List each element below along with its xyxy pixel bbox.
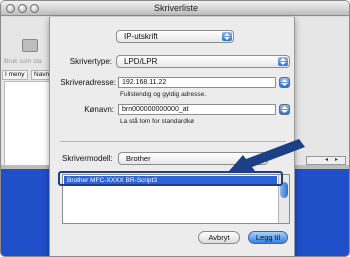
scroll-right-icon[interactable]: ▸ [335, 156, 338, 163]
printer-model-label: Skrivermodell: [62, 154, 113, 163]
title-bar: Skriverliste [1, 1, 349, 16]
background-horizontal-scrollbar[interactable]: ◂ ▸ [306, 156, 346, 165]
printer-address-input[interactable]: 192.168.11.22 [118, 77, 276, 88]
connection-type-value: IP-utskrift [124, 32, 158, 41]
add-button[interactable]: Legg til [248, 231, 288, 244]
scroll-left-icon[interactable]: ◂ [325, 156, 328, 163]
queue-name-label: Kønavn: [84, 105, 114, 114]
printer-list-window: Skriverliste Bruk som sta I meny Navn ◂ … [0, 0, 350, 257]
connection-type-popup[interactable]: IP-utskrift [116, 30, 234, 43]
queue-info-button[interactable] [279, 104, 290, 115]
window-title: Skriverliste [153, 3, 198, 13]
printer-type-label: Skrivertype: [69, 57, 112, 66]
printer-model-value: Brother [126, 154, 151, 163]
popup-arrows-icon [278, 57, 288, 66]
address-info-button[interactable] [279, 77, 290, 88]
printer-address-label: Skriveradresse: [60, 78, 116, 87]
printer-type-value: LPD/LPR [124, 57, 158, 66]
queue-hint: La stå tom for standardkø [120, 118, 195, 125]
default-printer-icon [22, 39, 38, 52]
use-as-default-label: Bruk som sta [4, 58, 42, 65]
queue-name-input[interactable]: brn000000000000_at [118, 104, 276, 115]
printer-type-popup[interactable]: LPD/LPR [116, 55, 290, 68]
cancel-button[interactable]: Avbryt [198, 231, 240, 244]
callout-arrow-icon [229, 139, 305, 171]
popup-arrows-icon [222, 32, 232, 41]
column-header-menu[interactable]: I meny [2, 70, 28, 80]
address-hint: Fullstendig og gyldig adresse. [120, 91, 206, 98]
